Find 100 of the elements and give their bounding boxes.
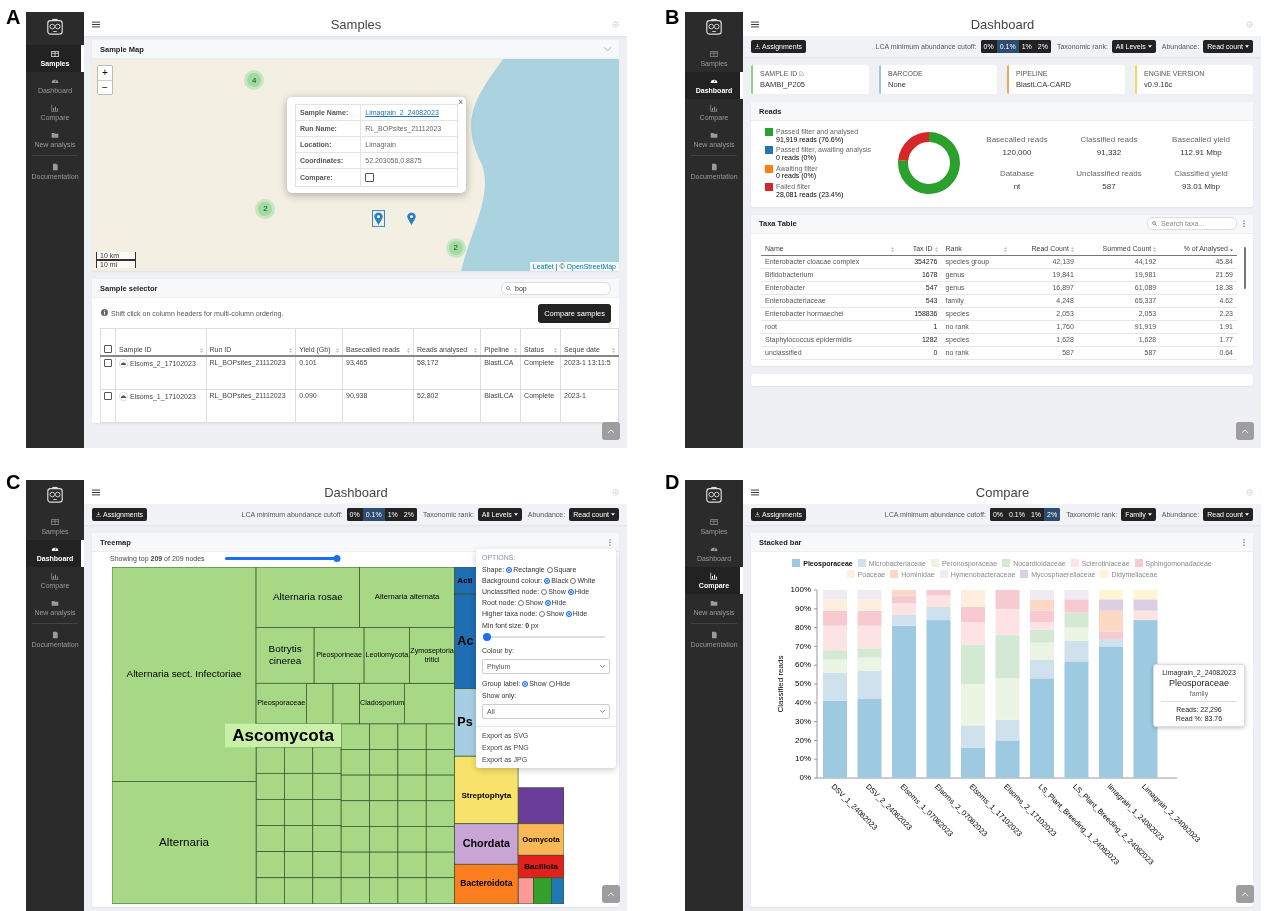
bar-segment[interactable] bbox=[1133, 590, 1158, 600]
bar-segment[interactable] bbox=[823, 599, 847, 611]
treemap-node[interactable] bbox=[340, 826, 370, 853]
legend-swatch[interactable] bbox=[792, 559, 801, 567]
scroll-to-top-button[interactable] bbox=[602, 885, 620, 903]
treemap-node[interactable] bbox=[340, 851, 370, 879]
treemap-node[interactable] bbox=[313, 627, 365, 684]
map-cluster-marker[interactable]: 2 bbox=[258, 201, 273, 216]
bar-segment[interactable] bbox=[1099, 631, 1123, 639]
legend-swatch[interactable] bbox=[1070, 559, 1079, 567]
settings-icon[interactable] bbox=[1246, 488, 1253, 496]
treemap-node[interactable] bbox=[409, 627, 455, 684]
treemap-node[interactable] bbox=[425, 877, 455, 904]
sort-icon[interactable] bbox=[1003, 246, 1007, 252]
bar-segment[interactable] bbox=[857, 625, 882, 649]
sort-icon[interactable] bbox=[289, 348, 293, 353]
bar-segment[interactable] bbox=[995, 590, 1020, 609]
treemap-node[interactable] bbox=[454, 823, 519, 865]
treemap-node[interactable] bbox=[425, 826, 455, 853]
bar-segment[interactable] bbox=[1133, 610, 1158, 621]
legend-swatch[interactable] bbox=[890, 570, 899, 578]
treemap-node[interactable] bbox=[340, 723, 370, 750]
close-button[interactable]: × bbox=[457, 97, 464, 108]
bar-segment[interactable] bbox=[926, 590, 951, 596]
treemap-node[interactable] bbox=[397, 851, 427, 879]
legend-swatch[interactable] bbox=[1100, 570, 1109, 578]
scroll-to-top-button[interactable] bbox=[1236, 422, 1254, 440]
bar-segment[interactable] bbox=[961, 644, 985, 684]
treemap-node[interactable] bbox=[397, 774, 427, 802]
treemap-node[interactable] bbox=[517, 787, 564, 825]
map-cluster-marker[interactable]: 2 bbox=[448, 240, 463, 255]
treemap-node[interactable] bbox=[425, 749, 455, 776]
map-cluster-marker[interactable]: 4 bbox=[247, 73, 262, 88]
menu-icon[interactable] bbox=[92, 488, 100, 496]
bar-segment[interactable] bbox=[892, 603, 916, 615]
compare-checkbox[interactable] bbox=[365, 173, 375, 183]
settings-icon[interactable] bbox=[1246, 20, 1253, 28]
bar-segment[interactable] bbox=[857, 648, 882, 658]
menu-icon[interactable] bbox=[92, 20, 100, 28]
bar-segment[interactable] bbox=[823, 672, 847, 701]
bar-segment[interactable] bbox=[823, 650, 847, 660]
treemap-node[interactable] bbox=[255, 682, 307, 725]
menu-icon[interactable] bbox=[751, 488, 759, 496]
treemap-node[interactable] bbox=[255, 877, 285, 904]
sort-icon[interactable] bbox=[1153, 246, 1157, 252]
scroll-to-top-button[interactable] bbox=[602, 422, 620, 440]
bar-segment[interactable] bbox=[995, 608, 1020, 636]
scroll-to-top-button[interactable] bbox=[1236, 885, 1254, 903]
bar-segment[interactable] bbox=[1133, 620, 1158, 778]
treemap-node[interactable] bbox=[369, 723, 399, 750]
menu-icon[interactable] bbox=[751, 20, 759, 28]
row-checkbox[interactable] bbox=[104, 359, 112, 368]
select-all-checkbox[interactable] bbox=[104, 345, 112, 353]
sort-icon[interactable] bbox=[890, 246, 894, 252]
bar-segment[interactable] bbox=[1064, 661, 1089, 778]
bar-segment[interactable] bbox=[961, 747, 985, 778]
bar-segment[interactable] bbox=[823, 625, 847, 651]
bar-segment[interactable] bbox=[857, 670, 882, 700]
treemap-node[interactable] bbox=[359, 682, 405, 725]
bar-segment[interactable] bbox=[1099, 638, 1123, 647]
treemap-node[interactable] bbox=[255, 746, 285, 774]
chevron-down-icon[interactable] bbox=[604, 46, 611, 52]
settings-icon[interactable] bbox=[612, 488, 619, 496]
bar-segment[interactable] bbox=[892, 625, 916, 778]
treemap-node[interactable] bbox=[359, 567, 455, 628]
treemap-node[interactable] bbox=[255, 825, 285, 852]
legend-swatch[interactable] bbox=[1134, 559, 1143, 567]
bar-segment[interactable] bbox=[823, 590, 847, 600]
bar-segment[interactable] bbox=[926, 620, 951, 778]
treemap-node[interactable] bbox=[369, 800, 399, 827]
treemap-node[interactable] bbox=[312, 746, 342, 774]
bar-segment[interactable] bbox=[892, 614, 916, 626]
treemap-node[interactable] bbox=[312, 877, 342, 904]
sort-icon[interactable] bbox=[514, 348, 518, 353]
row-checkbox[interactable] bbox=[104, 392, 112, 401]
bar-segment[interactable] bbox=[995, 635, 1020, 679]
bar-segment[interactable] bbox=[995, 719, 1020, 741]
treemap-node[interactable] bbox=[454, 863, 519, 904]
sort-icon[interactable] bbox=[554, 348, 558, 353]
legend-swatch[interactable] bbox=[1002, 559, 1011, 567]
treemap-node[interactable] bbox=[425, 851, 455, 879]
bar-segment[interactable] bbox=[961, 590, 985, 607]
bar-segment[interactable] bbox=[1030, 621, 1054, 630]
treemap-node[interactable] bbox=[404, 682, 455, 725]
treemap-node[interactable] bbox=[340, 877, 370, 904]
treemap-node[interactable] bbox=[369, 774, 399, 802]
treemap-node[interactable] bbox=[369, 851, 399, 879]
treemap-node[interactable] bbox=[284, 799, 314, 826]
treemap-node[interactable] bbox=[284, 773, 314, 800]
treemap-node[interactable] bbox=[312, 851, 342, 879]
treemap-node[interactable] bbox=[425, 800, 455, 827]
legend-swatch[interactable] bbox=[857, 559, 866, 567]
bar-segment[interactable] bbox=[892, 590, 916, 596]
bar-segment[interactable] bbox=[1133, 599, 1158, 611]
bar-segment[interactable] bbox=[1030, 599, 1054, 611]
bar-segment[interactable] bbox=[926, 595, 951, 607]
bar-segment[interactable] bbox=[1064, 590, 1089, 600]
bar-segment[interactable] bbox=[892, 595, 916, 604]
treemap-node[interactable] bbox=[397, 826, 427, 853]
bar-segment[interactable] bbox=[995, 678, 1020, 720]
